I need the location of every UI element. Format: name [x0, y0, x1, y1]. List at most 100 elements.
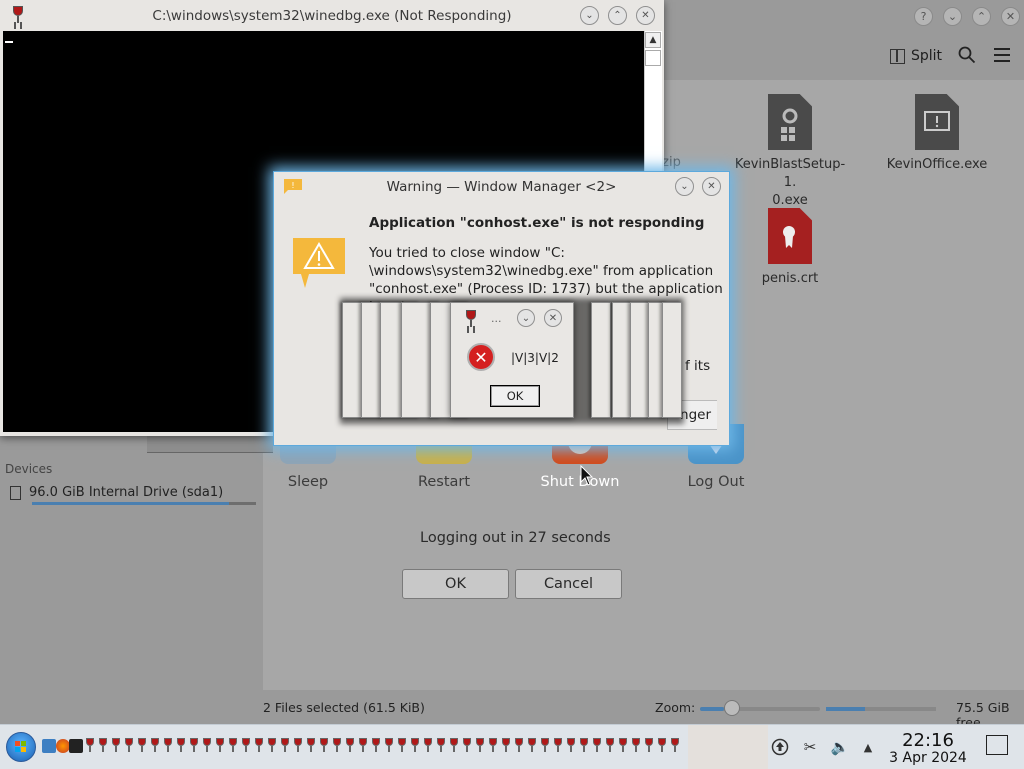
wine-task-button[interactable] [268, 738, 277, 754]
file-item-kevinblastsetup[interactable]: KevinBlastSetup-1. 0.exe [730, 94, 850, 210]
wine-task-button[interactable] [580, 738, 589, 754]
wine-task-button[interactable] [567, 738, 576, 754]
split-button-label: Split [911, 48, 943, 64]
warning-body-line: You tried to close window "C: [369, 245, 565, 261]
error-icon: ✕ [467, 343, 495, 371]
start-menu-button[interactable] [6, 732, 36, 762]
executable-file-icon [768, 94, 812, 150]
update-icon[interactable] [770, 737, 790, 757]
zoom-slider[interactable] [700, 707, 820, 711]
wine-task-button[interactable] [320, 738, 329, 754]
wine-task-button[interactable] [203, 738, 212, 754]
show-desktop-icon[interactable] [986, 735, 1008, 755]
wine-task-button[interactable] [216, 738, 225, 754]
minimize-icon[interactable]: ⌄ [675, 177, 694, 196]
wine-task-button[interactable] [138, 738, 147, 754]
wine-task-button[interactable] [255, 738, 264, 754]
wine-task-button[interactable] [619, 738, 628, 754]
wine-task-button[interactable] [632, 738, 641, 754]
wine-task-button[interactable] [333, 738, 342, 754]
wine-task-button[interactable] [307, 738, 316, 754]
wine-task-button[interactable] [437, 738, 446, 754]
help-icon[interactable]: ? [914, 7, 933, 26]
stacked-error-popup[interactable] [612, 302, 632, 418]
wine-task-button[interactable] [385, 738, 394, 754]
wine-task-button[interactable] [671, 738, 680, 754]
warning-body-fragment: f its [685, 358, 711, 374]
split-button[interactable]: Split [890, 44, 942, 68]
firefox-icon[interactable] [56, 739, 70, 753]
stacked-error-popup[interactable] [662, 302, 682, 418]
volume-icon[interactable]: 🔈 [830, 737, 850, 757]
wine-task-button[interactable] [125, 738, 134, 754]
wine-task-button[interactable] [528, 738, 537, 754]
wine-task-button[interactable] [372, 738, 381, 754]
drive-usage-bar [32, 502, 256, 505]
search-icon[interactable] [958, 46, 976, 64]
clock-date[interactable]: 3 Apr 2024 [884, 750, 972, 766]
zoom-slider-fill [700, 707, 724, 711]
wine-task-button[interactable] [99, 738, 108, 754]
wine-task-button[interactable] [359, 738, 368, 754]
tray-expand-icon[interactable]: ▲ [858, 737, 878, 757]
wine-task-button[interactable] [502, 738, 511, 754]
certificate-file-icon [768, 208, 812, 264]
wine-task-button[interactable] [281, 738, 290, 754]
wine-task-button[interactable] [645, 738, 654, 754]
file-name-line1: KevinBlastSetup-1. [734, 157, 846, 190]
scissors-icon[interactable]: ✂ [800, 737, 820, 757]
wine-task-button[interactable] [658, 738, 667, 754]
file-manager-icon[interactable] [42, 739, 56, 753]
wine-task-button[interactable] [398, 738, 407, 754]
terminal-icon[interactable] [69, 739, 83, 753]
zoom-label: Zoom: [655, 700, 696, 715]
wine-task-button[interactable] [463, 738, 472, 754]
scrollbar-thumb[interactable] [645, 50, 661, 66]
clock-time[interactable]: 22:16 [898, 730, 958, 751]
close-icon[interactable]: ✕ [702, 177, 721, 196]
logout-ok-button[interactable]: OK [402, 569, 509, 599]
sidebar-item-internal-drive[interactable]: 96.0 GiB Internal Drive (sda1) [10, 485, 223, 500]
wine-task-button[interactable] [177, 738, 186, 754]
wine-task-button[interactable] [151, 738, 160, 754]
free-space-bar [826, 707, 936, 711]
console-window-title: C:\windows\system32\winedbg.exe (Not Res… [152, 7, 512, 24]
stacked-error-popup[interactable] [630, 302, 650, 418]
drive-icon [10, 485, 21, 500]
close-icon[interactable]: ✕ [544, 309, 562, 327]
wine-task-button[interactable] [489, 738, 498, 754]
wine-task-button[interactable] [424, 738, 433, 754]
file-item-penis-crt[interactable]: penis.crt [730, 208, 850, 288]
wine-task-button[interactable] [86, 738, 95, 754]
wine-task-button[interactable] [190, 738, 199, 754]
scroll-up-arrow-icon[interactable]: ▲ [645, 32, 661, 48]
close-icon[interactable]: ✕ [636, 6, 655, 25]
wine-task-button[interactable] [606, 738, 615, 754]
stacked-error-popup[interactable] [591, 302, 611, 418]
close-icon[interactable]: ✕ [1001, 7, 1020, 26]
wine-task-button[interactable] [294, 738, 303, 754]
logout-countdown: Logging out in 27 seconds [420, 530, 611, 546]
wine-task-button[interactable] [242, 738, 251, 754]
wine-task-button[interactable] [411, 738, 420, 754]
minimize-icon[interactable]: ⌄ [517, 309, 535, 327]
error-ok-button[interactable]: OK [490, 385, 540, 407]
maximize-icon[interactable]: ⌃ [608, 6, 627, 25]
wine-task-button[interactable] [515, 738, 524, 754]
wine-task-button[interactable] [450, 738, 459, 754]
wine-task-button[interactable] [593, 738, 602, 754]
maximize-icon[interactable]: ⌃ [972, 7, 991, 26]
zoom-slider-handle[interactable] [724, 700, 740, 716]
minimize-icon[interactable]: ⌄ [580, 6, 599, 25]
file-item-kevinoffice[interactable]: KevinOffice.exe [877, 94, 997, 174]
wine-task-button[interactable] [112, 738, 121, 754]
minimize-icon[interactable]: ⌄ [943, 7, 962, 26]
wine-task-button[interactable] [229, 738, 238, 754]
wine-task-button[interactable] [346, 738, 355, 754]
wine-task-button[interactable] [541, 738, 550, 754]
wine-task-button[interactable] [164, 738, 173, 754]
wine-task-button[interactable] [554, 738, 563, 754]
logout-cancel-button[interactable]: Cancel [515, 569, 622, 599]
wine-task-button[interactable] [476, 738, 485, 754]
hamburger-menu-icon[interactable] [994, 48, 1010, 66]
